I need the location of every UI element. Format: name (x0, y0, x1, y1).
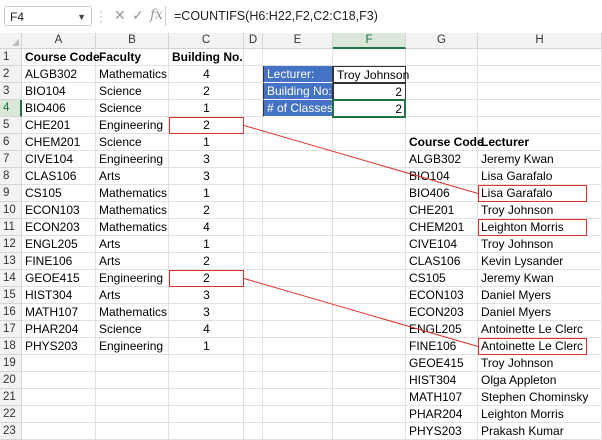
connector-line (243, 125, 479, 194)
chevron-down-icon[interactable]: ▼ (77, 7, 86, 27)
connector-lines (243, 125, 479, 347)
fx-icon[interactable]: fx (150, 7, 163, 23)
cancel-icon[interactable]: ✕ (114, 7, 126, 24)
spreadsheet-grid[interactable]: A B C D E F G H 1 2 3 4 5 6 7 8 9 10 11 12 13 14 15 16 17 18 19 20 2… (0, 33, 602, 440)
formula-input[interactable]: =COUNTIFS(H6:H22,F2,C2:C18,F3) (165, 6, 602, 26)
formula-icons: ✕ ✓ fx (108, 6, 164, 26)
more-icon: · · · (99, 4, 103, 28)
enter-icon[interactable]: ✓ (132, 7, 144, 24)
name-box-value: F4 (10, 10, 25, 24)
formula-bar: F4 ▼ · · · ✕ ✓ fx =COUNTIFS(H6:H22,F2,C2:C… (0, 0, 602, 33)
name-box[interactable]: F4 ▼ (4, 6, 92, 26)
connector-line (243, 278, 479, 347)
